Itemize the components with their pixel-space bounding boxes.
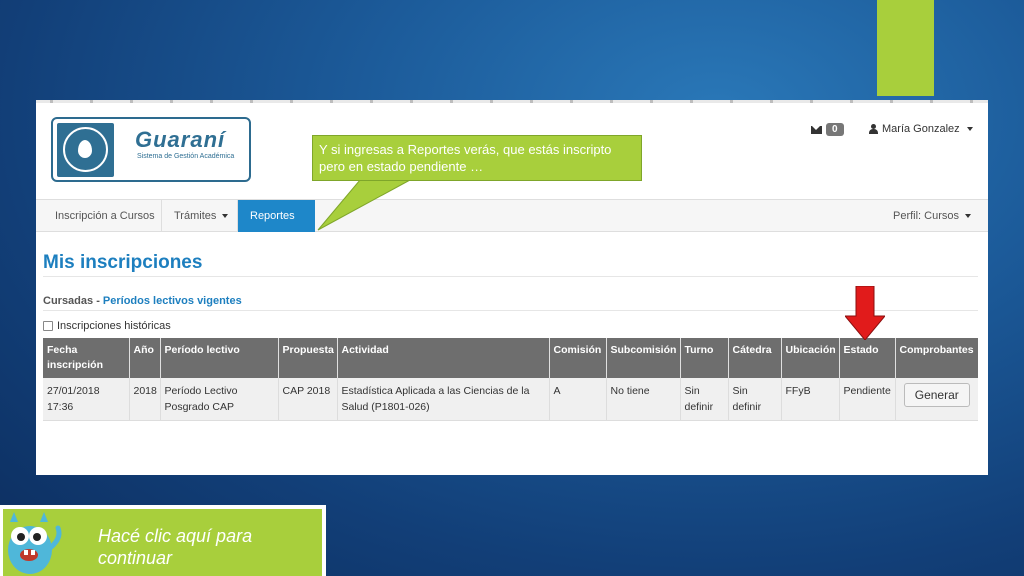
nav-label: Inscripción a Cursos [55, 210, 155, 222]
generar-button[interactable]: Generar [903, 383, 970, 407]
decorative-green-tab [877, 0, 934, 96]
column-header: Período lectivo [160, 338, 279, 378]
cell-estado: Pendiente [839, 378, 896, 421]
cell-fecha: 27/01/2018 17:36 [43, 378, 130, 421]
profile-menu[interactable]: Perfil: Cursos [881, 200, 983, 232]
column-header: Propuesta [278, 338, 338, 378]
logo-subtitle: Sistema de Gestión Académica [137, 153, 235, 160]
cell-comprobantes: Generar [895, 378, 978, 421]
messages-button[interactable]: 0 [811, 123, 844, 136]
nav-reportes[interactable]: Reportes [238, 200, 315, 232]
chevron-down-icon [966, 127, 973, 131]
section-heading: Cursadas - Períodos lectivos vigentes [43, 295, 242, 307]
page-title: Mis inscripciones [43, 252, 203, 273]
nav-label: Reportes [250, 210, 295, 222]
callout-note: Y si ingresas a Reportes verás, que está… [312, 135, 642, 181]
historic-toggle[interactable]: Inscripciones históricas [43, 320, 171, 332]
cell-periodo: Período Lectivo Posgrado CAP [160, 378, 279, 421]
cell-comision: A [549, 378, 607, 421]
column-header: Año [129, 338, 161, 378]
column-header: Estado [839, 338, 896, 378]
cell-propuesta: CAP 2018 [278, 378, 338, 421]
university-seal-icon [57, 123, 114, 177]
cell-turno: Sin definir [680, 378, 729, 421]
main-navbar: Inscripción a Cursos Trámites Reportes P… [36, 199, 988, 232]
historic-checkbox-label: Inscripciones históricas [57, 320, 171, 332]
table-row: 27/01/2018 17:36 2018 Período Lectivo Po… [43, 378, 978, 421]
cell-anio: 2018 [129, 378, 161, 421]
chevron-down-icon [222, 214, 229, 219]
user-icon [869, 124, 878, 134]
column-header: Ubicación [781, 338, 840, 378]
cell-subcomision: No tiene [606, 378, 681, 421]
table-header-row: Fecha inscripción Año Período lectivo Pr… [43, 338, 978, 378]
cell-ubicacion: FFyB [781, 378, 840, 421]
column-header: Comprobantes [895, 338, 978, 378]
section-prefix: Cursadas - [43, 295, 103, 307]
column-header: Subcomisión [606, 338, 681, 378]
inscriptions-table: Fecha inscripción Año Período lectivo Pr… [43, 338, 978, 421]
nav-label: Trámites [174, 210, 217, 222]
column-header: Comisión [549, 338, 607, 378]
periodos-vigentes-link[interactable]: Períodos lectivos vigentes [103, 295, 242, 307]
historic-checkbox[interactable] [43, 321, 53, 331]
column-header: Turno [680, 338, 729, 378]
cell-actividad: Estadística Aplicada a las Ciencias de l… [337, 378, 550, 421]
logo-title: Guaraní [135, 127, 226, 152]
column-header: Fecha inscripción [43, 338, 130, 378]
divider [43, 310, 978, 311]
nav-tramites[interactable]: Trámites [162, 200, 240, 232]
continue-text[interactable]: Hacé clic aquí para continuar [98, 525, 298, 569]
column-header: Cátedra [728, 338, 782, 378]
divider [43, 276, 978, 277]
guarani-logo[interactable]: Guaraní Sistema de Gestión Académica [51, 117, 251, 182]
nav-inscripcion-cursos[interactable]: Inscripción a Cursos [43, 200, 167, 232]
profile-label: Perfil: Cursos [893, 210, 960, 222]
user-name: María Gonzalez [882, 123, 960, 135]
cell-catedra: Sin definir [728, 378, 782, 421]
red-down-arrow-icon [845, 286, 885, 340]
envelope-icon [811, 125, 822, 134]
column-header: Actividad [337, 338, 550, 378]
user-menu[interactable]: María Gonzalez [869, 123, 973, 135]
cropped-toolbar-strip [36, 100, 988, 103]
message-count-badge: 0 [826, 123, 844, 136]
monster-mascot-icon [8, 512, 62, 574]
chevron-down-icon [965, 214, 972, 219]
